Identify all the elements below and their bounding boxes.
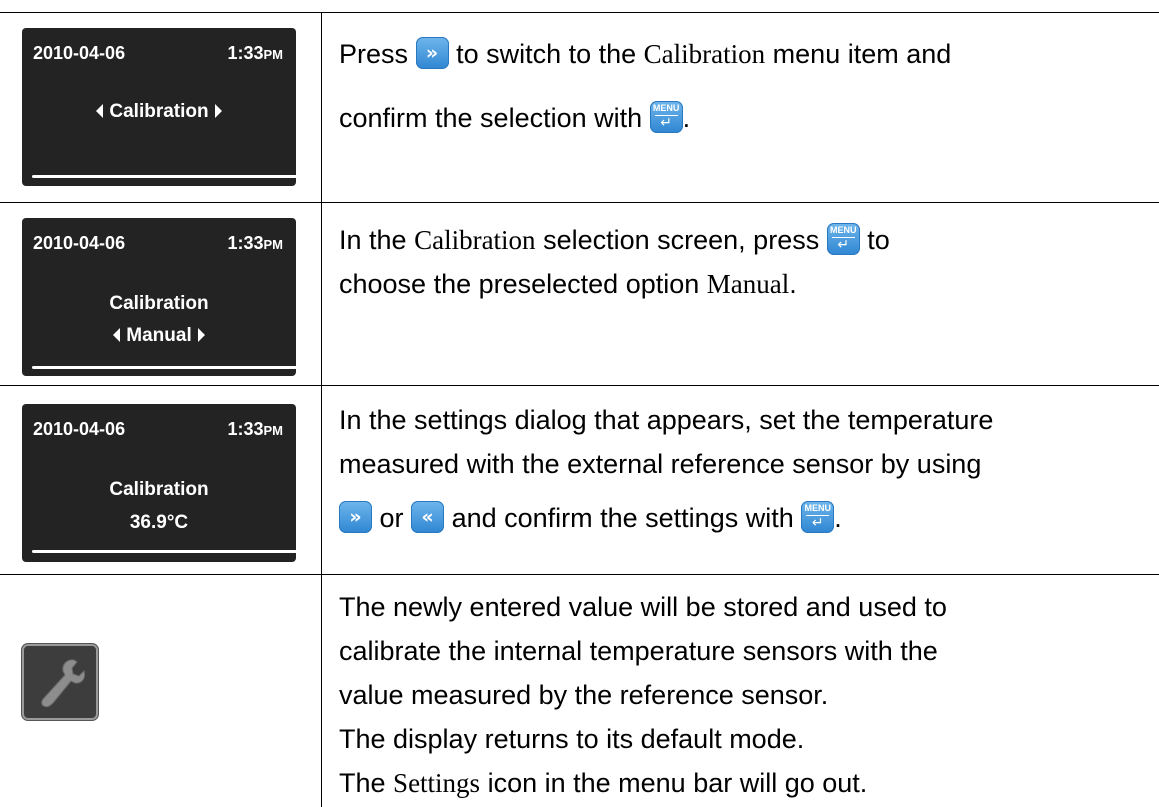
lcd-date: 2010-04-06 xyxy=(33,233,126,253)
lcd-progress-bar xyxy=(32,175,296,178)
row-divider xyxy=(0,574,1159,575)
lcd-time: 1:33PM xyxy=(227,419,283,439)
step-1-text: Press » to switch to the Calibration men… xyxy=(339,37,952,133)
row-divider xyxy=(0,385,1159,386)
instruction-table: 2010-04-06 1:33PM Calibration Press » to… xyxy=(0,0,1159,807)
step-4-text: The newly entered value will be stored a… xyxy=(339,592,947,798)
next-key-icon: » xyxy=(339,501,372,533)
prev-key-icon: « xyxy=(411,501,445,533)
lcd-option-line: Manual xyxy=(22,325,296,347)
menu-enter-key-icon: MENU ↵ xyxy=(801,501,835,533)
lcd-title: Calibration xyxy=(109,293,209,314)
lcd-title: Calibration xyxy=(109,479,209,500)
row-divider xyxy=(0,202,1159,203)
chevron-right-icon xyxy=(197,328,205,342)
chevron-right-icon xyxy=(214,104,222,118)
lcd-screen-calibration-menu: 2010-04-06 1:33PM Calibration xyxy=(22,28,296,186)
menu-enter-key-icon: MENU ↵ xyxy=(826,223,860,255)
wrench-settings-icon xyxy=(22,644,98,720)
lcd-time: 1:33PM xyxy=(227,233,283,253)
column-divider xyxy=(321,12,322,807)
lcd-date: 2010-04-06 xyxy=(33,43,126,63)
next-key-icon: » xyxy=(415,37,449,69)
lcd-time: 1:33PM xyxy=(227,43,283,63)
step-2-text: In the Calibration selection screen, pre… xyxy=(339,223,890,299)
lcd-progress-bar xyxy=(32,550,296,553)
menu-enter-key-icon: MENU ↵ xyxy=(649,101,683,133)
table-border-top xyxy=(0,12,1159,13)
lcd-date: 2010-04-06 xyxy=(33,419,126,439)
chevron-left-icon xyxy=(96,104,104,118)
step-3-text: In the settings dialog that appears, set… xyxy=(339,405,994,533)
lcd-progress-bar xyxy=(32,366,296,369)
lcd-screen-calibration-manual: 2010-04-06 1:33PM Calibration Manual xyxy=(22,218,296,376)
lcd-temperature-value: 36.9°C xyxy=(129,512,189,533)
lcd-menu-line: Calibration xyxy=(22,101,296,123)
lcd-screen-calibration-temperature: 2010-04-06 1:33PM Calibration 36.9°C xyxy=(22,404,296,562)
chevron-left-icon xyxy=(113,328,121,342)
